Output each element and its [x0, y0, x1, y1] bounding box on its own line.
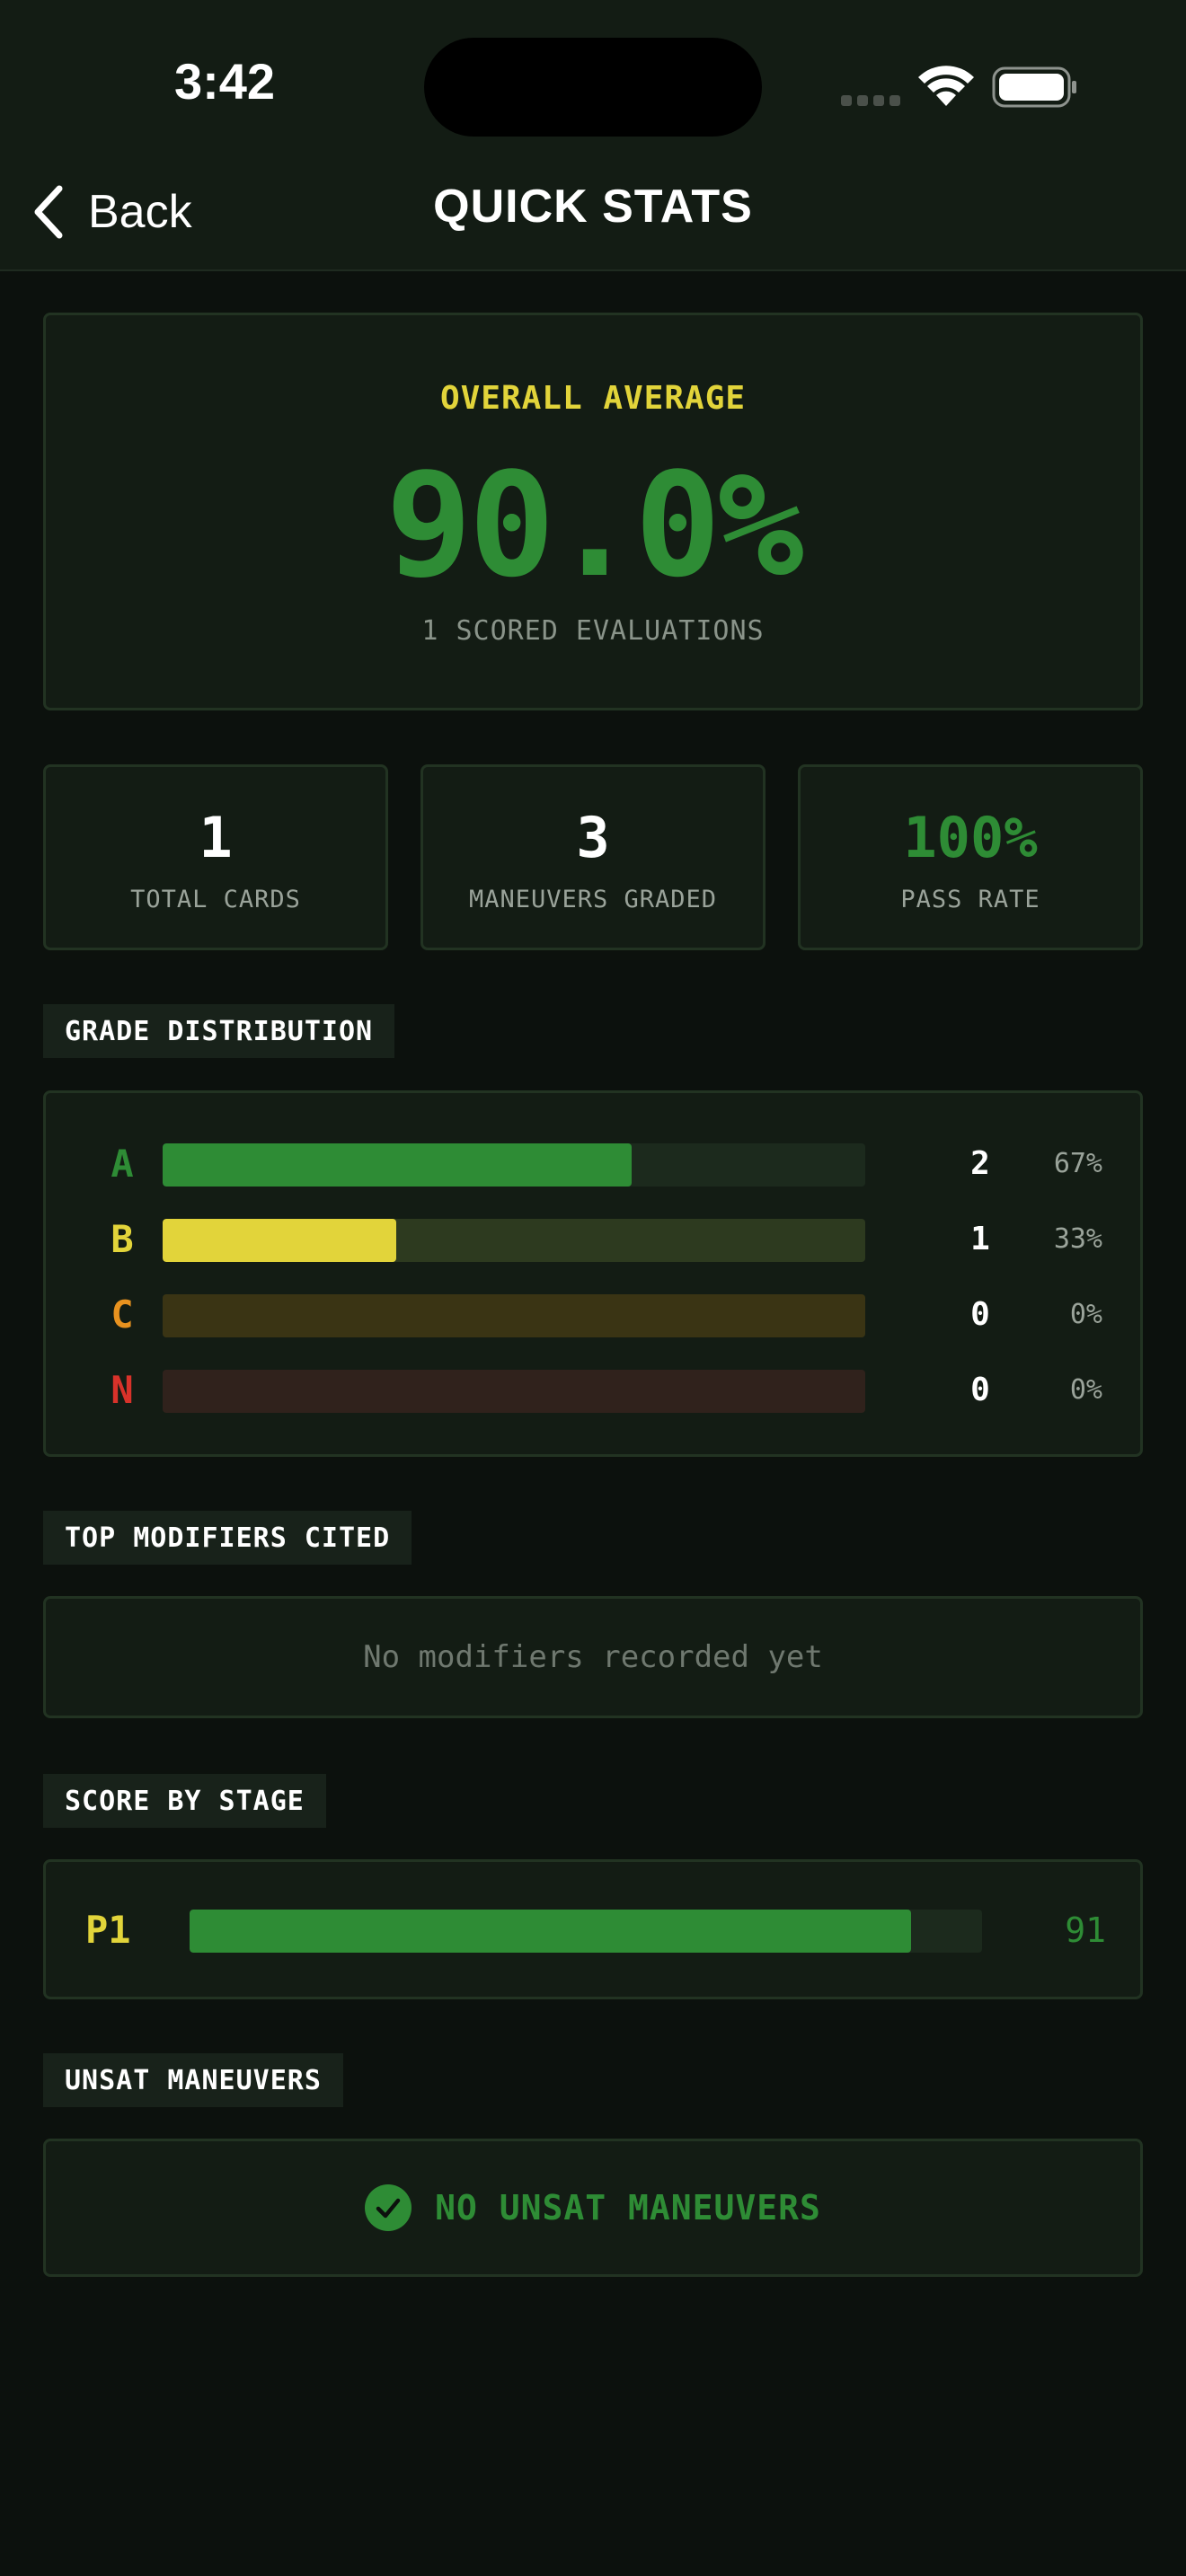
dynamic-island — [424, 38, 762, 137]
grade-bar-track — [163, 1219, 865, 1262]
stat-label: MANEUVERS GRADED — [468, 886, 718, 913]
top-bar: 3:42 Back QUICK STATS — [0, 0, 1186, 271]
stat-label: PASS RATE — [900, 886, 1040, 913]
scored-evaluations-count: 1 SCORED EVALUATIONS — [421, 615, 765, 647]
cellular-signal-icon — [841, 95, 906, 106]
grade-count: 0 — [970, 1372, 990, 1408]
unsat-empty-state: NO UNSAT MANEUVERS — [46, 2141, 1140, 2274]
stage-bar-fill — [190, 1910, 911, 1953]
battery-icon — [992, 66, 1076, 108]
grade-row-c: C 0 0% — [46, 1288, 1140, 1342]
unsat-maneuvers-card: NO UNSAT MANEUVERS — [43, 2139, 1143, 2277]
grade-row-a: A 2 67% — [46, 1137, 1140, 1191]
grade-bar-track — [163, 1294, 865, 1337]
stat-total-cards: 1 TOTAL CARDS — [43, 764, 388, 950]
top-modifiers-card: No modifiers recorded yet — [43, 1596, 1143, 1718]
grade-letter: N — [111, 1368, 134, 1412]
stat-value: 1 — [199, 805, 233, 870]
overall-average-value: 90.0% — [385, 441, 804, 609]
grade-letter: C — [111, 1292, 134, 1337]
grade-letter: A — [111, 1142, 134, 1186]
section-title-grade-distribution: GRADE DISTRIBUTION — [43, 1004, 395, 1058]
overall-average-label: OVERALL AVERAGE — [439, 380, 747, 417]
unsat-empty-message: NO UNSAT MANEUVERS — [435, 2188, 821, 2228]
status-time: 3:42 — [173, 53, 276, 110]
grade-count: 1 — [970, 1221, 990, 1257]
overall-average-card: OVERALL AVERAGE 90.0% 1 SCORED EVALUATIO… — [43, 313, 1143, 710]
stat-value: 3 — [576, 805, 610, 870]
grade-percent: 0% — [1069, 1299, 1102, 1330]
grade-bar-fill — [163, 1143, 632, 1187]
grade-bar-track — [163, 1370, 865, 1413]
grade-count: 2 — [970, 1145, 990, 1182]
grade-bar-fill — [163, 1219, 397, 1262]
grade-letter: B — [111, 1217, 134, 1261]
stage-label: P1 — [85, 1908, 131, 1952]
stat-label: TOTAL CARDS — [130, 886, 301, 913]
grade-row-n: N 0 0% — [46, 1363, 1140, 1417]
stat-maneuvers-graded: 3 MANEUVERS GRADED — [420, 764, 766, 950]
stage-bar-track — [190, 1910, 982, 1953]
section-title-top-modifiers: TOP MODIFIERS CITED — [43, 1511, 412, 1565]
section-title-score-by-stage: SCORE BY STAGE — [43, 1774, 326, 1828]
page-title: QUICK STATS — [433, 181, 753, 233]
stat-pass-rate: 100% PASS RATE — [798, 764, 1143, 950]
grade-percent: 33% — [1053, 1223, 1102, 1255]
grade-row-b: B 1 33% — [46, 1213, 1140, 1266]
score-by-stage-card: P1 91 — [43, 1859, 1143, 1999]
check-circle-icon — [365, 2184, 412, 2231]
grade-distribution-card: A 2 67% B 1 33% C 0 0% N 0 0% — [43, 1090, 1143, 1457]
wifi-icon — [918, 66, 974, 106]
grade-bar-track — [163, 1143, 865, 1187]
grade-percent: 67% — [1053, 1148, 1102, 1179]
modifiers-empty-message: No modifiers recorded yet — [363, 1639, 823, 1675]
grade-count: 0 — [970, 1296, 990, 1333]
stage-score: 91 — [1065, 1910, 1106, 1950]
stat-value: 100% — [903, 805, 1038, 870]
section-title-unsat-maneuvers: UNSAT MANEUVERS — [43, 2053, 343, 2107]
grade-percent: 0% — [1069, 1374, 1102, 1406]
